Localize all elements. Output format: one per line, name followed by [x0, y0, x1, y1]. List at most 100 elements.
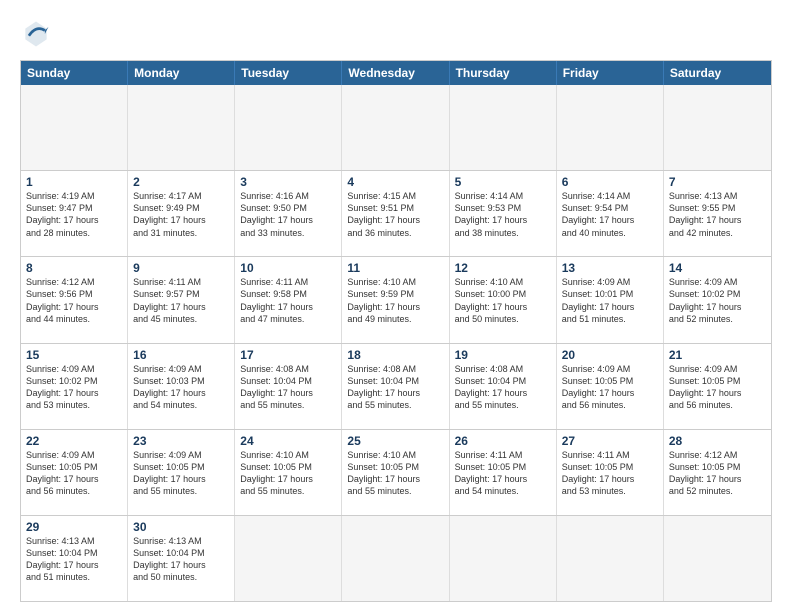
cell-info: Sunrise: 4:09 AM Sunset: 10:05 PM Daylig…: [669, 363, 766, 412]
header: [20, 18, 772, 50]
day-number: 20: [562, 348, 658, 362]
day-number: 9: [133, 261, 229, 275]
calendar-cell: 8Sunrise: 4:12 AM Sunset: 9:56 PM Daylig…: [21, 257, 128, 342]
cell-info: Sunrise: 4:09 AM Sunset: 10:03 PM Daylig…: [133, 363, 229, 412]
cell-info: Sunrise: 4:12 AM Sunset: 9:56 PM Dayligh…: [26, 276, 122, 325]
calendar-cell: 28Sunrise: 4:12 AM Sunset: 10:05 PM Dayl…: [664, 430, 771, 515]
calendar-cell: [450, 85, 557, 170]
cell-info: Sunrise: 4:11 AM Sunset: 9:58 PM Dayligh…: [240, 276, 336, 325]
calendar-cell: 4Sunrise: 4:15 AM Sunset: 9:51 PM Daylig…: [342, 171, 449, 256]
page: SundayMondayTuesdayWednesdayThursdayFrid…: [0, 0, 792, 612]
cell-info: Sunrise: 4:08 AM Sunset: 10:04 PM Daylig…: [240, 363, 336, 412]
cell-info: Sunrise: 4:13 AM Sunset: 9:55 PM Dayligh…: [669, 190, 766, 239]
calendar-cell: 6Sunrise: 4:14 AM Sunset: 9:54 PM Daylig…: [557, 171, 664, 256]
calendar-cell: 26Sunrise: 4:11 AM Sunset: 10:05 PM Dayl…: [450, 430, 557, 515]
day-number: 26: [455, 434, 551, 448]
day-number: 23: [133, 434, 229, 448]
day-number: 21: [669, 348, 766, 362]
calendar-cell: [664, 85, 771, 170]
day-number: 22: [26, 434, 122, 448]
calendar-cell: 10Sunrise: 4:11 AM Sunset: 9:58 PM Dayli…: [235, 257, 342, 342]
calendar-cell: 22Sunrise: 4:09 AM Sunset: 10:05 PM Dayl…: [21, 430, 128, 515]
calendar-cell: 18Sunrise: 4:08 AM Sunset: 10:04 PM Dayl…: [342, 344, 449, 429]
calendar-cell: [664, 516, 771, 601]
day-number: 2: [133, 175, 229, 189]
calendar-cell: [342, 516, 449, 601]
calendar-cell: 27Sunrise: 4:11 AM Sunset: 10:05 PM Dayl…: [557, 430, 664, 515]
cell-info: Sunrise: 4:10 AM Sunset: 9:59 PM Dayligh…: [347, 276, 443, 325]
calendar-week-3: 15Sunrise: 4:09 AM Sunset: 10:02 PM Dayl…: [21, 343, 771, 429]
header-day-monday: Monday: [128, 61, 235, 85]
calendar-week-4: 22Sunrise: 4:09 AM Sunset: 10:05 PM Dayl…: [21, 429, 771, 515]
calendar-cell: [450, 516, 557, 601]
day-number: 11: [347, 261, 443, 275]
calendar-cell: 25Sunrise: 4:10 AM Sunset: 10:05 PM Dayl…: [342, 430, 449, 515]
calendar-cell: [235, 85, 342, 170]
header-day-friday: Friday: [557, 61, 664, 85]
header-day-sunday: Sunday: [21, 61, 128, 85]
cell-info: Sunrise: 4:10 AM Sunset: 10:05 PM Daylig…: [240, 449, 336, 498]
day-number: 3: [240, 175, 336, 189]
cell-info: Sunrise: 4:09 AM Sunset: 10:01 PM Daylig…: [562, 276, 658, 325]
day-number: 10: [240, 261, 336, 275]
calendar-cell: 12Sunrise: 4:10 AM Sunset: 10:00 PM Dayl…: [450, 257, 557, 342]
day-number: 16: [133, 348, 229, 362]
day-number: 18: [347, 348, 443, 362]
day-number: 29: [26, 520, 122, 534]
day-number: 8: [26, 261, 122, 275]
calendar-cell: 7Sunrise: 4:13 AM Sunset: 9:55 PM Daylig…: [664, 171, 771, 256]
day-number: 17: [240, 348, 336, 362]
calendar: SundayMondayTuesdayWednesdayThursdayFrid…: [20, 60, 772, 602]
calendar-cell: 16Sunrise: 4:09 AM Sunset: 10:03 PM Dayl…: [128, 344, 235, 429]
logo-icon: [20, 18, 52, 50]
calendar-body: 1Sunrise: 4:19 AM Sunset: 9:47 PM Daylig…: [21, 85, 771, 601]
day-number: 1: [26, 175, 122, 189]
cell-info: Sunrise: 4:08 AM Sunset: 10:04 PM Daylig…: [347, 363, 443, 412]
calendar-cell: 1Sunrise: 4:19 AM Sunset: 9:47 PM Daylig…: [21, 171, 128, 256]
cell-info: Sunrise: 4:09 AM Sunset: 10:02 PM Daylig…: [26, 363, 122, 412]
calendar-cell: 29Sunrise: 4:13 AM Sunset: 10:04 PM Dayl…: [21, 516, 128, 601]
calendar-cell: [235, 516, 342, 601]
cell-info: Sunrise: 4:19 AM Sunset: 9:47 PM Dayligh…: [26, 190, 122, 239]
day-number: 4: [347, 175, 443, 189]
calendar-cell: 3Sunrise: 4:16 AM Sunset: 9:50 PM Daylig…: [235, 171, 342, 256]
cell-info: Sunrise: 4:09 AM Sunset: 10:02 PM Daylig…: [669, 276, 766, 325]
header-day-saturday: Saturday: [664, 61, 771, 85]
calendar-cell: 13Sunrise: 4:09 AM Sunset: 10:01 PM Dayl…: [557, 257, 664, 342]
header-day-wednesday: Wednesday: [342, 61, 449, 85]
cell-info: Sunrise: 4:15 AM Sunset: 9:51 PM Dayligh…: [347, 190, 443, 239]
calendar-cell: 9Sunrise: 4:11 AM Sunset: 9:57 PM Daylig…: [128, 257, 235, 342]
calendar-week-1: 1Sunrise: 4:19 AM Sunset: 9:47 PM Daylig…: [21, 170, 771, 256]
calendar-cell: 23Sunrise: 4:09 AM Sunset: 10:05 PM Dayl…: [128, 430, 235, 515]
header-day-thursday: Thursday: [450, 61, 557, 85]
cell-info: Sunrise: 4:09 AM Sunset: 10:05 PM Daylig…: [133, 449, 229, 498]
cell-info: Sunrise: 4:09 AM Sunset: 10:05 PM Daylig…: [26, 449, 122, 498]
day-number: 25: [347, 434, 443, 448]
day-number: 27: [562, 434, 658, 448]
day-number: 13: [562, 261, 658, 275]
day-number: 24: [240, 434, 336, 448]
calendar-cell: 20Sunrise: 4:09 AM Sunset: 10:05 PM Dayl…: [557, 344, 664, 429]
calendar-week-2: 8Sunrise: 4:12 AM Sunset: 9:56 PM Daylig…: [21, 256, 771, 342]
cell-info: Sunrise: 4:09 AM Sunset: 10:05 PM Daylig…: [562, 363, 658, 412]
cell-info: Sunrise: 4:12 AM Sunset: 10:05 PM Daylig…: [669, 449, 766, 498]
cell-info: Sunrise: 4:11 AM Sunset: 10:05 PM Daylig…: [455, 449, 551, 498]
day-number: 14: [669, 261, 766, 275]
day-number: 28: [669, 434, 766, 448]
day-number: 12: [455, 261, 551, 275]
calendar-cell: 14Sunrise: 4:09 AM Sunset: 10:02 PM Dayl…: [664, 257, 771, 342]
cell-info: Sunrise: 4:11 AM Sunset: 9:57 PM Dayligh…: [133, 276, 229, 325]
cell-info: Sunrise: 4:10 AM Sunset: 10:00 PM Daylig…: [455, 276, 551, 325]
cell-info: Sunrise: 4:10 AM Sunset: 10:05 PM Daylig…: [347, 449, 443, 498]
calendar-cell: 5Sunrise: 4:14 AM Sunset: 9:53 PM Daylig…: [450, 171, 557, 256]
header-day-tuesday: Tuesday: [235, 61, 342, 85]
day-number: 30: [133, 520, 229, 534]
day-number: 6: [562, 175, 658, 189]
calendar-cell: 19Sunrise: 4:08 AM Sunset: 10:04 PM Dayl…: [450, 344, 557, 429]
calendar-cell: 21Sunrise: 4:09 AM Sunset: 10:05 PM Dayl…: [664, 344, 771, 429]
cell-info: Sunrise: 4:11 AM Sunset: 10:05 PM Daylig…: [562, 449, 658, 498]
calendar-header: SundayMondayTuesdayWednesdayThursdayFrid…: [21, 61, 771, 85]
cell-info: Sunrise: 4:17 AM Sunset: 9:49 PM Dayligh…: [133, 190, 229, 239]
calendar-cell: 17Sunrise: 4:08 AM Sunset: 10:04 PM Dayl…: [235, 344, 342, 429]
cell-info: Sunrise: 4:13 AM Sunset: 10:04 PM Daylig…: [26, 535, 122, 584]
